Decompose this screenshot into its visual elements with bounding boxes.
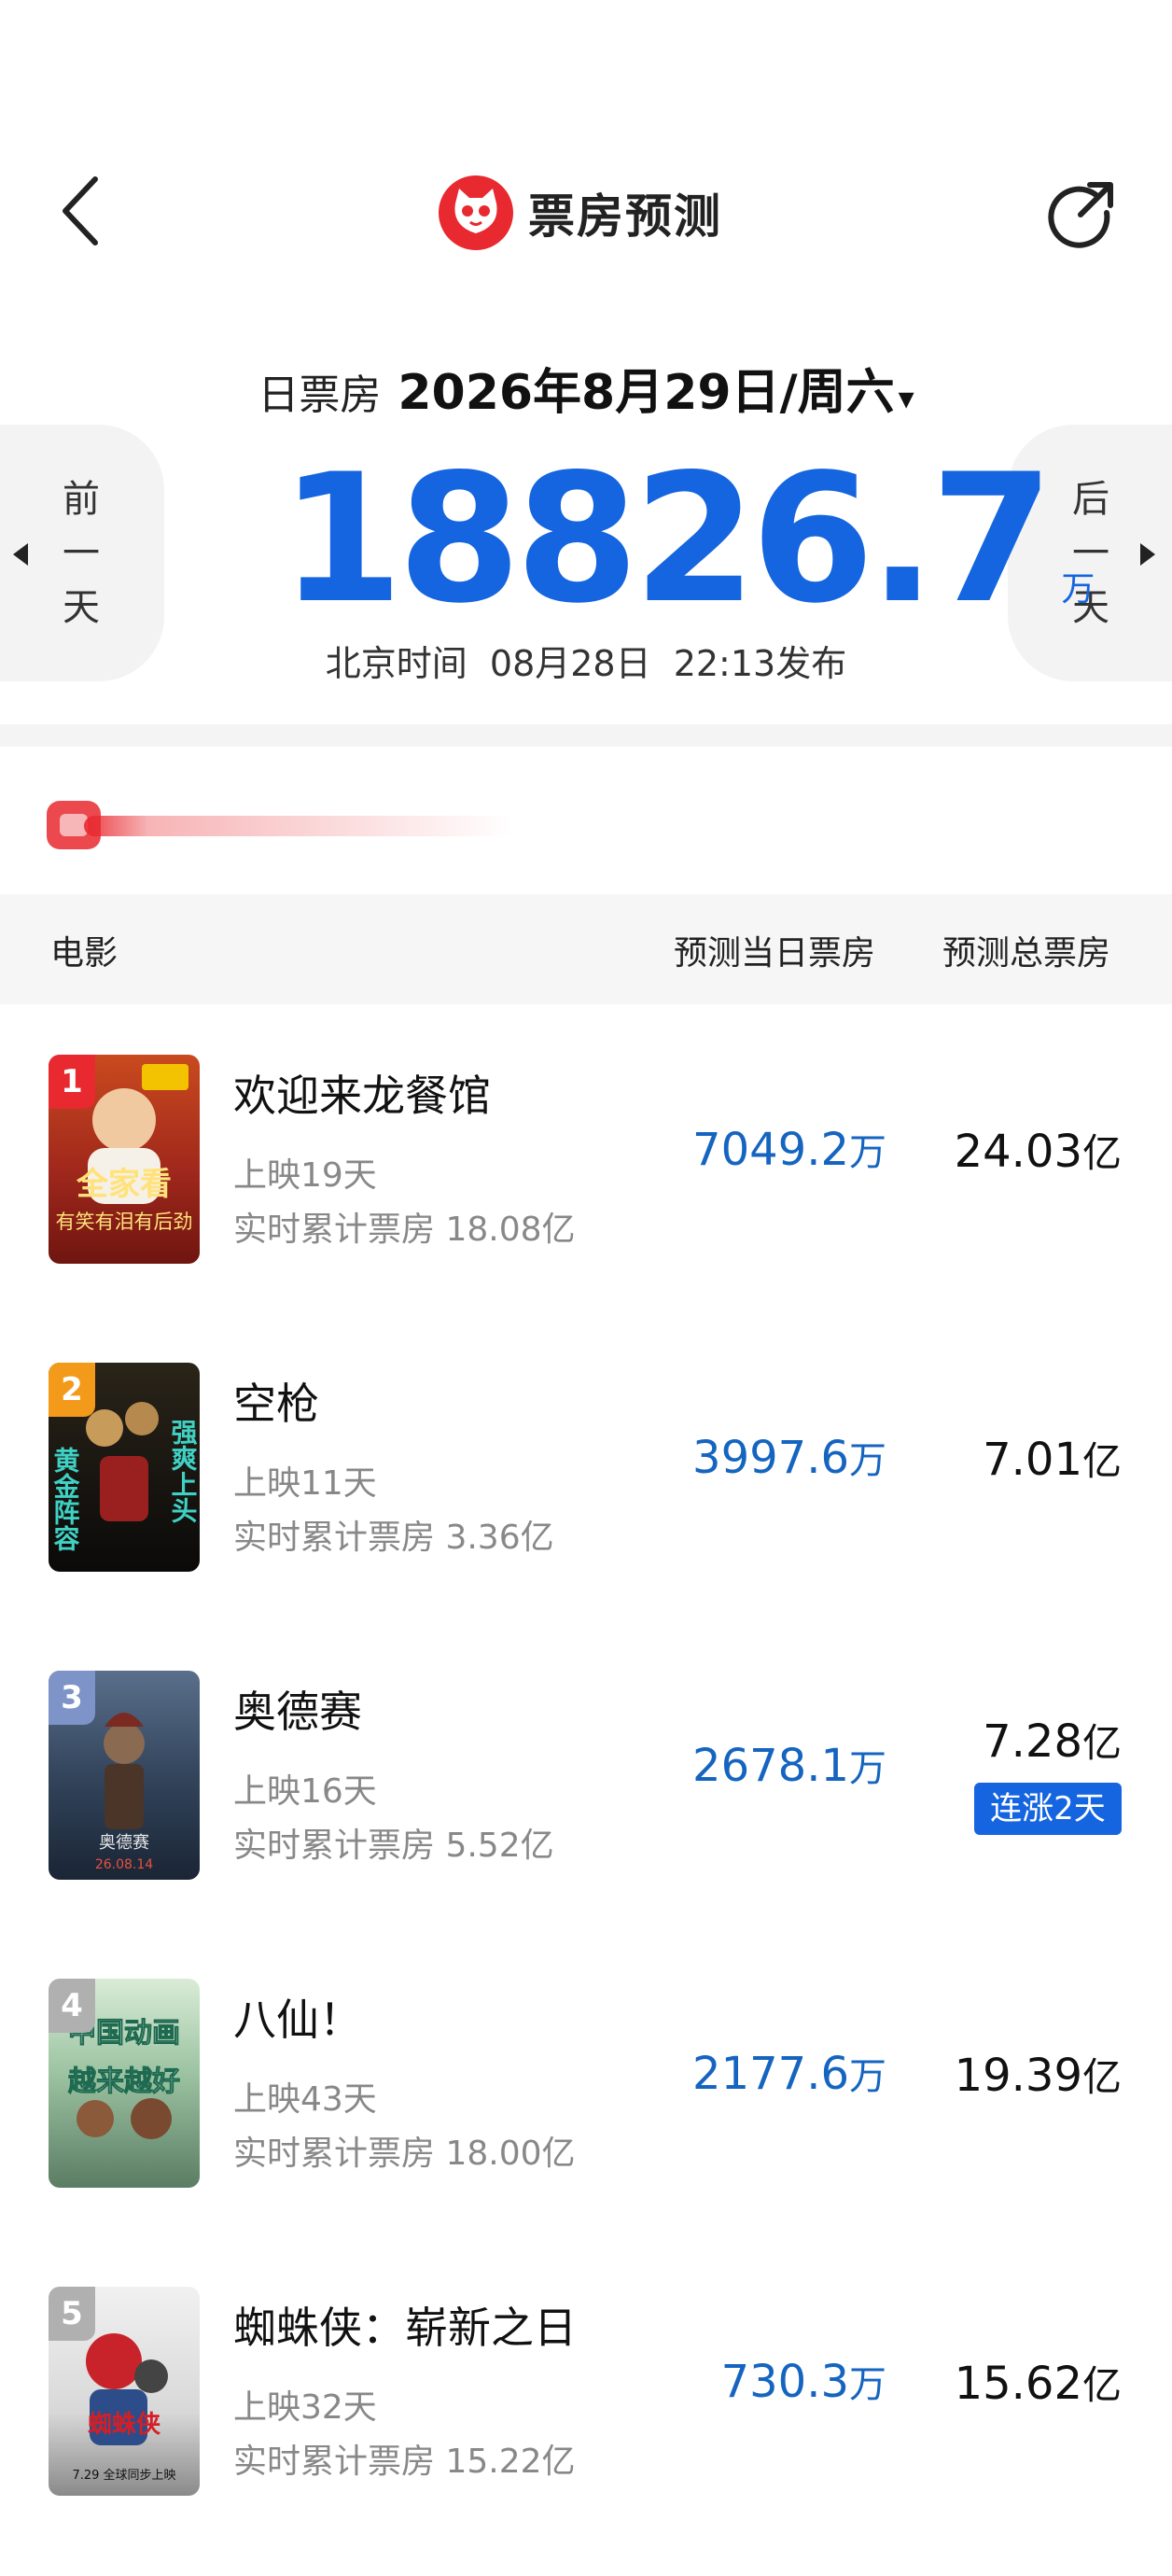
total-box-office-value: 18826.7 <box>280 436 1053 642</box>
caret-left-icon[interactable] <box>13 543 28 566</box>
total-box-office-unit: 万 <box>1061 570 1095 609</box>
date-value[interactable]: 2026年8月29日/周六 <box>398 365 894 421</box>
caret-down-icon[interactable]: ▾ <box>899 380 914 417</box>
rising-streak-badge: 连涨2天 <box>974 1783 1122 1835</box>
forecast-day-unit: 万 <box>849 2055 886 2098</box>
forecast-total-box-office: 7.28亿 <box>935 1712 1122 1769</box>
publish-time: 北京时间 08月28日 22:13发布 <box>0 635 1172 686</box>
cumulative-box-office: 实时累计票房 3.36亿 <box>233 1519 554 1557</box>
movie-poster: 中国动画 越来越好 4 <box>49 1979 200 2188</box>
release-days: 上映32天 <box>233 2388 377 2427</box>
forecast-total-value: 7.28 <box>983 1715 1082 1768</box>
prev-day-label: 前一天 <box>63 477 100 629</box>
rank-badge: 3 <box>49 1671 95 1725</box>
movie-row[interactable]: 全家看 有笑有泪有后劲 1 欢迎来龙餐馆 上映19天 实时累计票房 18.08亿… <box>0 1008 1172 1316</box>
movie-row[interactable]: 中国动画 越来越好 4 八仙！ 上映43天 实时累计票房 18.00亿 2177… <box>0 1932 1172 2240</box>
release-days: 上映11天 <box>233 1464 377 1503</box>
movie-row[interactable]: 黄金阵容 强爽上头 2 空枪 上映11天 实时累计票房 3.36亿 3997.6… <box>0 1316 1172 1624</box>
forecast-day-value: 730.3 <box>720 2356 849 2408</box>
poster-headline: 黄金阵容 <box>50 1447 81 1551</box>
rank-badge: 4 <box>49 1979 95 2033</box>
cumulative-box-office: 实时累计票房 15.22亿 <box>233 2443 576 2481</box>
next-day-label: 后一天 <box>1072 477 1109 629</box>
publish-label: 北京时间 <box>325 643 467 684</box>
cumulative-box-office: 实时累计票房 18.00亿 <box>233 2135 576 2173</box>
forecast-total-value: 24.03 <box>954 1126 1082 1178</box>
forecast-total-unit: 亿 <box>1081 1438 1122 1484</box>
date-type-label: 日票房 <box>258 371 382 419</box>
app-header-title: 票房预测 <box>439 175 722 250</box>
movie-title: 蜘蛛侠：崭新之日 <box>233 2303 577 2353</box>
movie-title: 空枪 <box>233 1379 319 1429</box>
share-icon[interactable] <box>1043 175 1118 250</box>
movie-poster: 奥德赛 26.08.14 3 <box>49 1671 200 1880</box>
movie-title: 奥德赛 <box>233 1687 362 1737</box>
rank-badge: 1 <box>49 1055 95 1109</box>
poster-tagline: 7.29 全球同步上映 <box>72 2468 175 2483</box>
cumulative-box-office: 实时累计票房 18.08亿 <box>233 1211 576 1249</box>
forecast-day-unit: 万 <box>849 1747 886 1790</box>
forecast-total-box-office: 19.39亿 <box>935 2046 1122 2103</box>
cumulative-box-office: 实时累计票房 5.52亿 <box>233 1827 554 1865</box>
release-days: 上映19天 <box>233 1156 377 1195</box>
column-header-movie: 电影 <box>50 934 119 973</box>
forecast-day-value: 3997.6 <box>692 1432 849 1484</box>
poster-tagline: 强爽上头 <box>168 1419 199 1523</box>
section-divider <box>0 724 1172 747</box>
maoyan-cat-logo-icon <box>439 175 513 250</box>
forecast-day-value: 2678.1 <box>692 1740 849 1792</box>
blurred-logo-icon <box>47 801 513 849</box>
back-chevron-icon[interactable] <box>54 174 110 248</box>
forecast-day-unit: 万 <box>849 2363 886 2406</box>
forecast-day-box-office: 730.3万 <box>653 2354 886 2408</box>
column-header-day-forecast: 预测当日票房 <box>674 934 876 973</box>
movie-row[interactable]: 奥德赛 26.08.14 3 奥德赛 上映16天 实时累计票房 5.52亿 26… <box>0 1624 1172 1932</box>
poster-headline: 蜘蛛侠 <box>88 2410 161 2439</box>
page-title: 票房预测 <box>528 189 722 244</box>
poster-tagline: 有笑有泪有后劲 <box>56 1211 193 1233</box>
publish-date: 08月28日 <box>489 643 651 684</box>
movie-poster: 全家看 有笑有泪有后劲 1 <box>49 1055 200 1264</box>
movie-poster: 黄金阵容 强爽上头 2 <box>49 1363 200 1572</box>
forecast-total-box-office: 24.03亿 <box>935 1122 1122 1179</box>
forecast-total-box-office: 15.62亿 <box>935 2354 1122 2411</box>
poster-headline: 全家看 <box>76 1166 172 1203</box>
forecast-day-unit: 万 <box>849 1439 886 1482</box>
forecast-total-unit: 亿 <box>1081 1130 1122 1176</box>
movie-row[interactable]: 蜘蛛侠 7.29 全球同步上映 5 蜘蛛侠：崭新之日 上映32天 实时累计票房 … <box>0 2240 1172 2548</box>
caret-right-icon[interactable] <box>1140 543 1155 566</box>
forecast-day-box-office: 3997.6万 <box>653 1430 886 1484</box>
forecast-total-value: 15.62 <box>954 2358 1082 2410</box>
forecast-total-value: 7.01 <box>983 1434 1082 1486</box>
poster-tagline: 越来越好 <box>68 2065 180 2098</box>
release-days: 上映43天 <box>233 2080 377 2119</box>
release-days: 上映16天 <box>233 1772 377 1811</box>
forecast-total-unit: 亿 <box>1081 1720 1122 1766</box>
forecast-total-box-office: 7.01亿 <box>935 1430 1122 1487</box>
forecast-total-unit: 亿 <box>1081 2362 1122 2408</box>
date-selector[interactable]: 日票房 2026年8月29日/周六 ▾ <box>0 353 1172 423</box>
column-header-total-forecast: 预测总票房 <box>942 934 1111 973</box>
poster-headline: 奥德赛 <box>99 1833 149 1853</box>
forecast-total-value: 19.39 <box>954 2050 1082 2102</box>
forecast-total-unit: 亿 <box>1081 2054 1122 2100</box>
poster-tagline: 26.08.14 <box>95 1857 153 1872</box>
movie-title: 八仙！ <box>233 1995 362 2045</box>
forecast-day-unit: 万 <box>849 1131 886 1174</box>
forecast-day-box-office: 7049.2万 <box>653 1122 886 1176</box>
forecast-day-value: 2177.6 <box>692 2048 849 2100</box>
publish-time-value: 22:13发布 <box>673 643 847 684</box>
forecast-day-box-office: 2177.6万 <box>653 2046 886 2100</box>
total-box-office: 18826.7 万 <box>280 446 1095 633</box>
forecast-day-box-office: 2678.1万 <box>653 1738 886 1792</box>
movie-poster: 蜘蛛侠 7.29 全球同步上映 5 <box>49 2287 200 2496</box>
rank-badge: 2 <box>49 1363 95 1417</box>
forecast-day-value: 7049.2 <box>692 1124 849 1176</box>
movie-title: 欢迎来龙餐馆 <box>233 1071 491 1121</box>
rank-badge: 5 <box>49 2287 95 2341</box>
